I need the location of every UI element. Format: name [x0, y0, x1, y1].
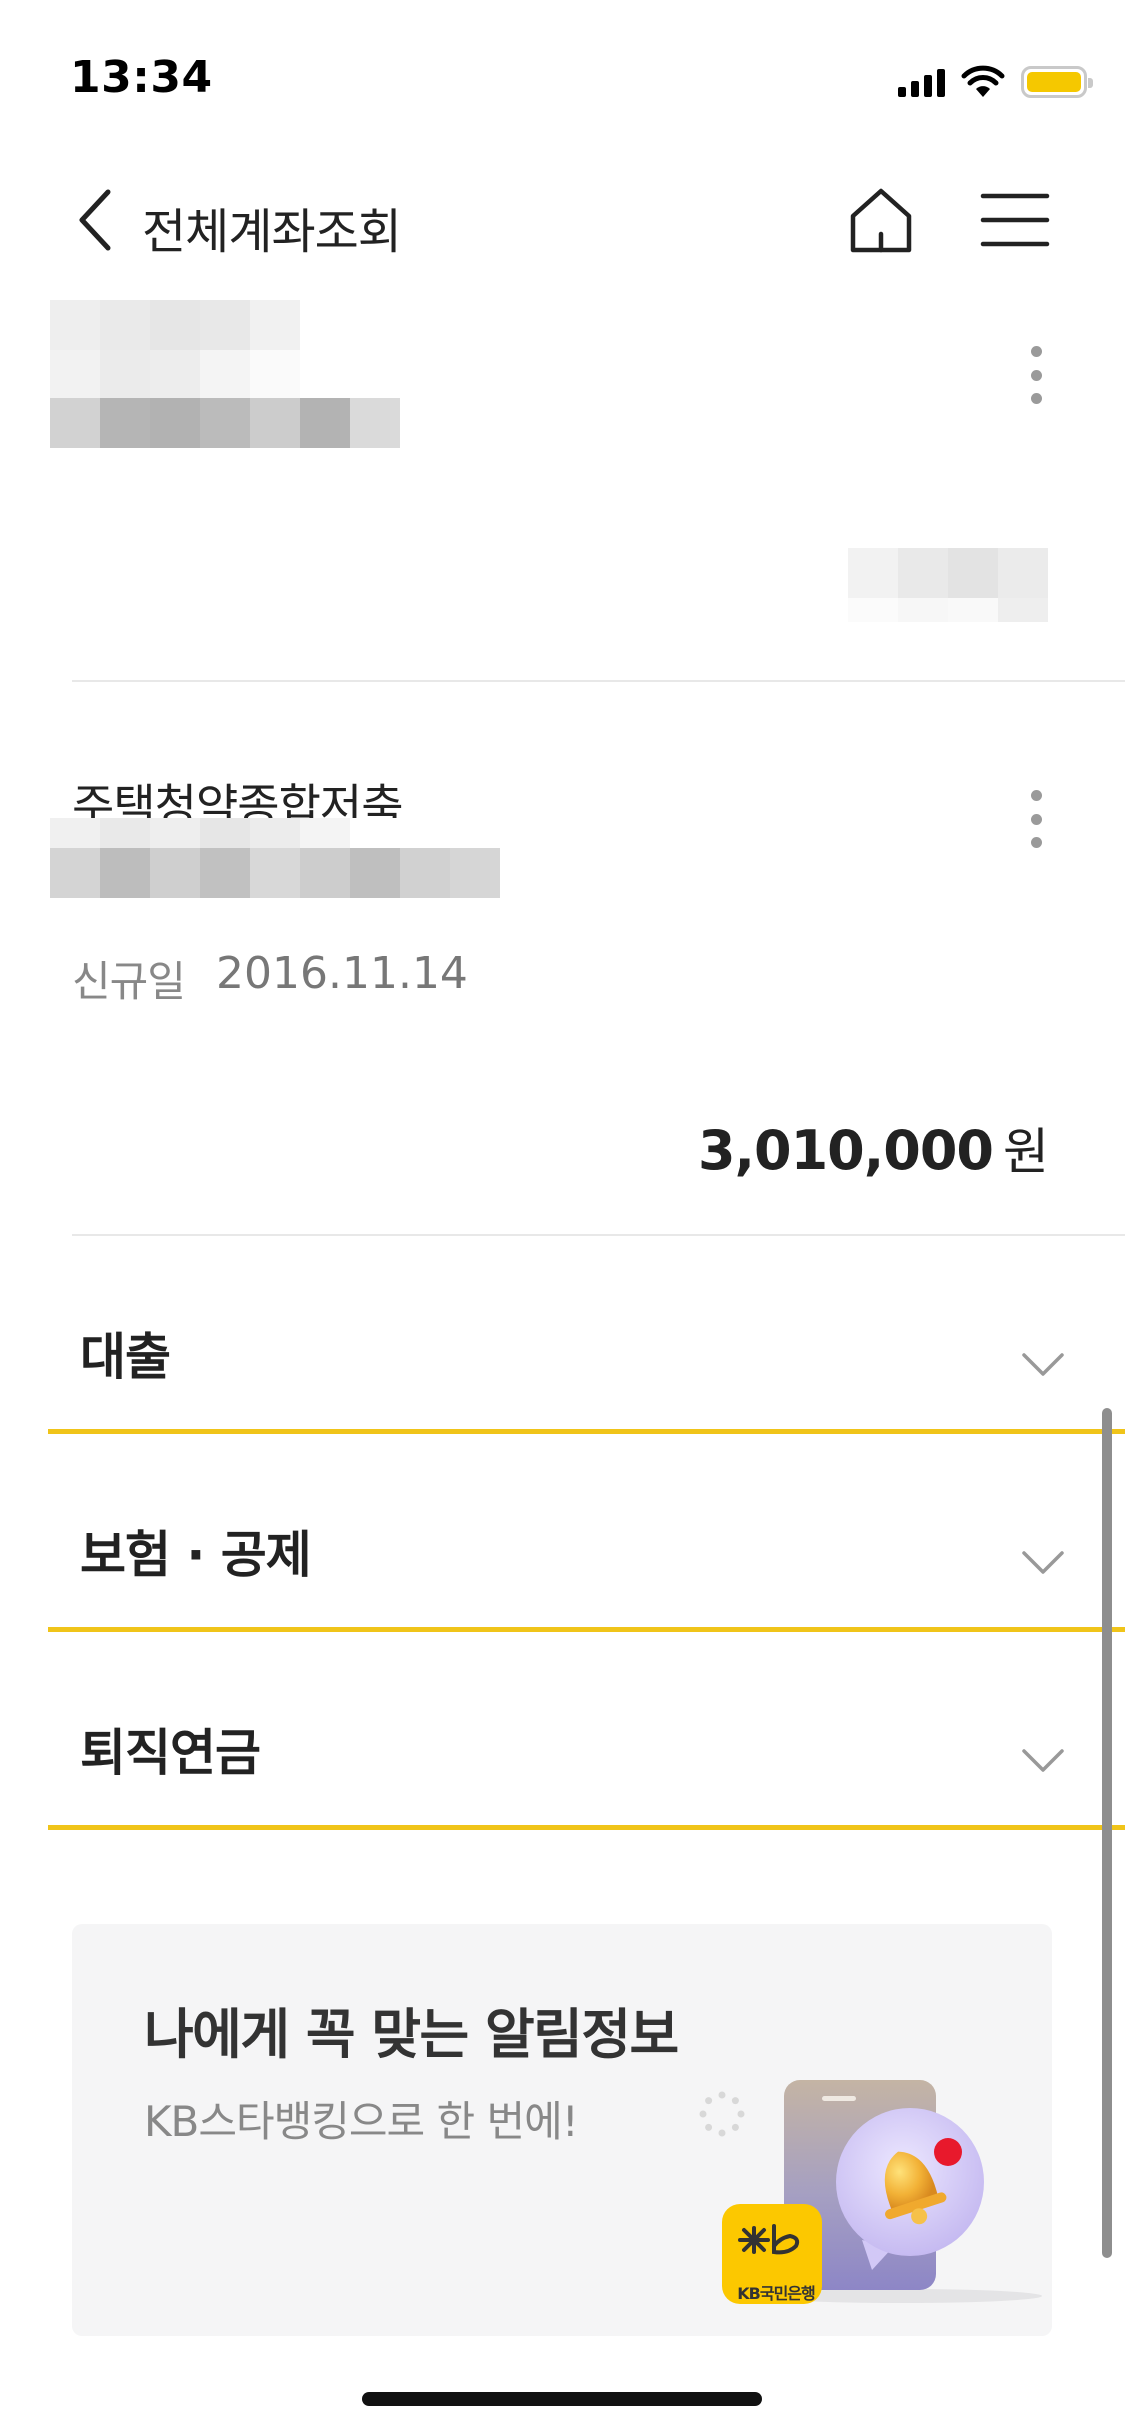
section-pension[interactable]: 퇴직연금	[48, 1650, 1125, 1830]
scrollbar[interactable]	[1102, 1408, 1112, 2258]
back-icon	[79, 189, 111, 251]
battery-icon	[1021, 66, 1093, 98]
phone-bell-illustration	[722, 2080, 1042, 2304]
status-time: 13:34	[70, 52, 213, 103]
redacted-account-number	[50, 398, 400, 448]
divider	[72, 680, 1125, 682]
chevron-down-icon	[1022, 1749, 1064, 1772]
more-button[interactable]	[1016, 340, 1056, 410]
section-insurance[interactable]: 보험 · 공제	[48, 1452, 1125, 1632]
nav-bar: 전체계좌조회	[0, 170, 1125, 270]
home-icon	[850, 188, 912, 253]
home-button[interactable]	[848, 186, 914, 256]
banner-subtitle: KB스타뱅킹으로 한 번에!	[144, 2097, 579, 2146]
account-balance: 3,010,000 원	[698, 1112, 1049, 1184]
open-date-label: 신규일	[72, 957, 186, 1006]
promo-banner[interactable]: 나에게 꼭 맞는 알림정보 KB스타뱅킹으로 한 번에! KB국민은행	[72, 1924, 1052, 2336]
banner-title: 나에게 꼭 맞는 알림정보	[144, 2003, 679, 2066]
status-icons	[898, 62, 1093, 102]
menu-button[interactable]	[980, 190, 1050, 250]
chevron-down-icon	[1022, 1551, 1064, 1574]
section-label: 보험 · 공제	[80, 1526, 312, 1584]
wifi-icon	[961, 65, 1005, 97]
redacted-account-name	[50, 300, 350, 400]
page-title: 전체계좌조회	[142, 204, 402, 260]
divider	[72, 1234, 1125, 1236]
section-label: 대출	[80, 1328, 171, 1386]
chevron-down-icon	[1022, 1353, 1064, 1376]
open-date-value: 2016.11.14	[216, 948, 468, 999]
section-label: 퇴직연금	[80, 1724, 261, 1782]
more-button[interactable]	[1016, 784, 1056, 854]
status-bar: 13:34	[0, 0, 1125, 150]
section-loan[interactable]: 대출	[48, 1254, 1125, 1434]
redacted-account-number	[50, 818, 500, 898]
kb-logo-text: KB국민은행	[737, 2284, 815, 2303]
balance-amount: 3,010,000	[697, 1119, 994, 1182]
back-button[interactable]	[66, 189, 126, 251]
menu-icon	[980, 193, 1050, 247]
signal-icon	[898, 67, 945, 97]
balance-unit: 원	[1003, 1123, 1049, 1181]
redacted-balance	[848, 548, 1048, 622]
home-indicator[interactable]	[362, 2392, 762, 2406]
